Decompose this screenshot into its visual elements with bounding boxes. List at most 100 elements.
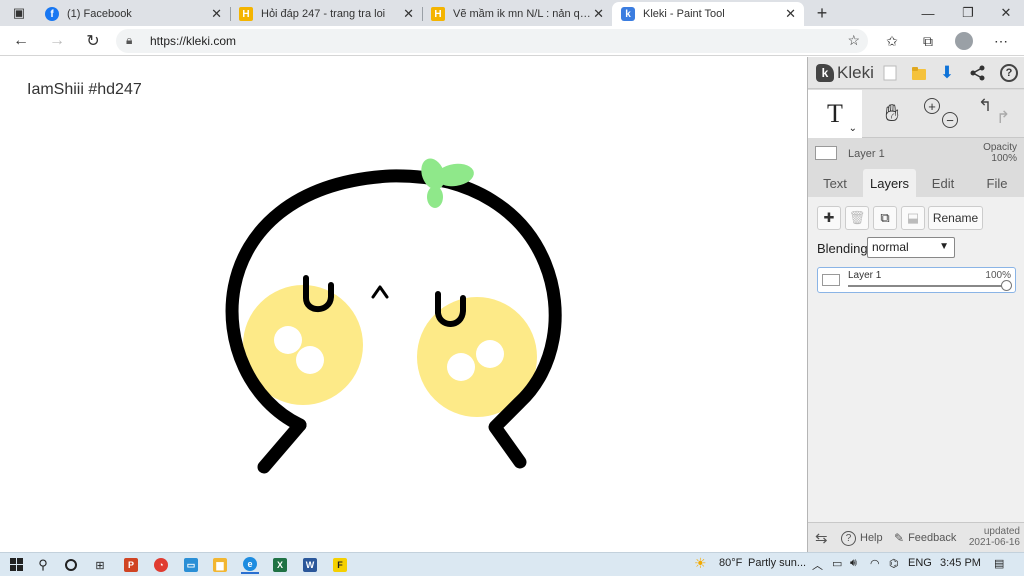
yellow-app-icon[interactable]: F (331, 556, 349, 574)
profile-avatar-icon[interactable] (955, 32, 973, 50)
swap-side-icon[interactable]: ⇆ (815, 529, 828, 547)
forward-icon[interactable]: → (46, 30, 68, 52)
word-icon[interactable]: W (301, 556, 319, 574)
updated-date: 2021-06-16 (968, 537, 1020, 548)
tab-hoidap[interactable]: H Hỏi đáp 247 - trang tra loi ✕ (230, 2, 423, 26)
tab-actions-icon[interactable]: ▣ (2, 0, 36, 26)
excel-icon[interactable]: X (271, 556, 289, 574)
minimize-icon[interactable]: — (910, 0, 946, 26)
zoom-in-icon[interactable]: + (924, 98, 940, 114)
url-field[interactable]: 🔒︎ https://kleki.com ☆ (116, 29, 868, 53)
layers-tab-content: ✚ 🗑︎ ⧉ ⬓ Rename Blending normal ▼ Layer … (808, 197, 1024, 532)
new-image-icon[interactable] (880, 63, 900, 83)
tab-text[interactable]: Text (812, 169, 858, 197)
tab-file[interactable]: File (974, 169, 1020, 197)
volume-icon[interactable]: 🔊︎ (850, 557, 857, 570)
hand-tool-icon[interactable]: ✋︎ (874, 98, 910, 130)
new-tab-button[interactable]: + (804, 0, 840, 26)
opacity-value: 100% (991, 153, 1017, 164)
close-tab-icon[interactable]: ✕ (403, 6, 414, 22)
close-tab-icon[interactable]: ✕ (593, 6, 604, 22)
language-indicator[interactable]: ENG (908, 557, 932, 569)
panel-header: k Kleki ⬇ ? (808, 57, 1024, 89)
show-hidden-icons-icon[interactable]: ︿ (812, 557, 823, 573)
blending-label: Blending (817, 241, 868, 256)
address-bar: ← → ↻ 🔒︎ https://kleki.com ☆ ✩ ⧉ ⋯ (0, 26, 1024, 56)
sprout (421, 158, 474, 208)
rename-layer-button[interactable]: Rename (928, 206, 983, 230)
panel-footer: ⇆ ? Help ✎ Feedback updated 2021-06-16 (808, 522, 1024, 552)
zoom-out-icon[interactable]: − (942, 112, 958, 128)
drawing-artwork (225, 158, 562, 474)
task-view-icon[interactable]: ⊞ (91, 556, 109, 574)
weather-description[interactable]: Partly sun... (748, 557, 806, 569)
tab-kleki[interactable]: k Kleki - Paint Tool ✕ (612, 2, 804, 26)
download-icon[interactable]: ⬇ (937, 63, 957, 83)
browser-tab-bar: ▣ f (1) Facebook ✕ H Hỏi đáp 247 - trang… (0, 0, 1024, 26)
chat-icon[interactable]: ⌬ (889, 557, 899, 570)
bookmark-star-icon[interactable]: ☆ (847, 32, 860, 49)
monitor-app-icon[interactable]: ▭ (182, 556, 200, 574)
collections-icon[interactable]: ⧉ (918, 31, 938, 51)
edge-browser-icon[interactable]: e (241, 556, 259, 574)
restore-icon[interactable]: ❐ (950, 0, 986, 26)
url-text: https://kleki.com (150, 34, 237, 48)
red-app-icon[interactable]: ◔ (152, 556, 170, 574)
powerpoint-icon[interactable]: P (122, 556, 140, 574)
feedback-button[interactable]: ✎ Feedback (894, 529, 956, 547)
weather-icon[interactable]: ☀ (694, 555, 707, 572)
layer-opacity-slider-handle[interactable] (1001, 280, 1012, 291)
merge-down-button[interactable]: ⬓ (901, 206, 925, 230)
open-folder-icon[interactable] (909, 63, 929, 83)
drawing-canvas[interactable]: IamShiii #hd247 (0, 57, 807, 552)
close-window-icon[interactable]: ✕ (988, 0, 1024, 26)
add-layer-button[interactable]: ✚ (817, 206, 841, 230)
opacity-label: Opacity (983, 142, 1017, 153)
cortana-icon[interactable] (62, 556, 80, 574)
tab-facebook[interactable]: f (1) Facebook ✕ (36, 2, 231, 26)
close-tab-icon[interactable]: ✕ (785, 6, 796, 22)
search-icon[interactable]: ⚲ (34, 556, 52, 574)
delete-layer-button[interactable]: 🗑︎ (845, 206, 869, 230)
undo-icon[interactable]: ↰ (978, 96, 992, 116)
windows-start-icon[interactable] (8, 556, 26, 574)
battery-icon[interactable]: ▭ (832, 557, 842, 570)
blending-mode-select[interactable]: normal ▼ (867, 237, 955, 258)
kleki-logo[interactable]: k Kleki (816, 63, 874, 83)
pencil-icon: ✎ (894, 531, 905, 545)
merge-down-icon: ⬓ (906, 210, 920, 225)
more-menu-icon[interactable]: ⋯ (991, 31, 1011, 51)
current-layer-preview[interactable]: Layer 1 Opacity 100% (808, 139, 1024, 169)
share-icon[interactable] (968, 63, 988, 83)
panel-tabs: Text Layers Edit File (808, 169, 1024, 197)
tab-title: Hỏi đáp 247 - trang tra loi (261, 8, 386, 20)
feedback-label: Feedback (908, 532, 957, 544)
duplicate-icon: ⧉ (880, 210, 890, 225)
back-icon[interactable]: ← (10, 30, 32, 52)
text-tool-button[interactable]: T ⌄ (808, 90, 862, 138)
wifi-icon[interactable]: ◠ (870, 557, 880, 570)
chevron-down-icon[interactable]: ⌄ (849, 123, 857, 134)
layer-thumbnail (815, 146, 837, 160)
layer-list-item[interactable]: Layer 1 100% (817, 267, 1016, 293)
help-question-icon[interactable]: ? (999, 63, 1019, 83)
tab-layers[interactable]: Layers (863, 169, 916, 197)
tab-hoidap-question[interactable]: H Vẽ mầm ik mn N/L : nản quá,học ✕ (422, 2, 612, 26)
weather-temp[interactable]: 80°F (719, 557, 742, 569)
notification-icon[interactable]: ▤ (994, 557, 1004, 570)
favorites-icon[interactable]: ✩ (882, 31, 902, 51)
duplicate-layer-button[interactable]: ⧉ (873, 206, 897, 230)
layer-thumbnail (822, 274, 840, 286)
hoidap-icon: H (431, 7, 445, 21)
clock-time[interactable]: 3:45 PM (940, 557, 981, 569)
help-button[interactable]: ? Help (841, 529, 883, 547)
tool-row: T ⌄ ✋︎ + − ↰ ↱ (808, 90, 1024, 138)
layer-opacity-slider[interactable] (848, 285, 1003, 287)
redo-icon[interactable]: ↱ (996, 108, 1010, 128)
tab-edit[interactable]: Edit (920, 169, 966, 197)
file-explorer-icon[interactable]: ▆ (211, 556, 229, 574)
refresh-icon[interactable]: ↻ (82, 30, 104, 52)
close-tab-icon[interactable]: ✕ (211, 6, 222, 22)
trash-icon: 🗑︎ (848, 210, 866, 225)
zoom-controls: + − (922, 98, 962, 130)
